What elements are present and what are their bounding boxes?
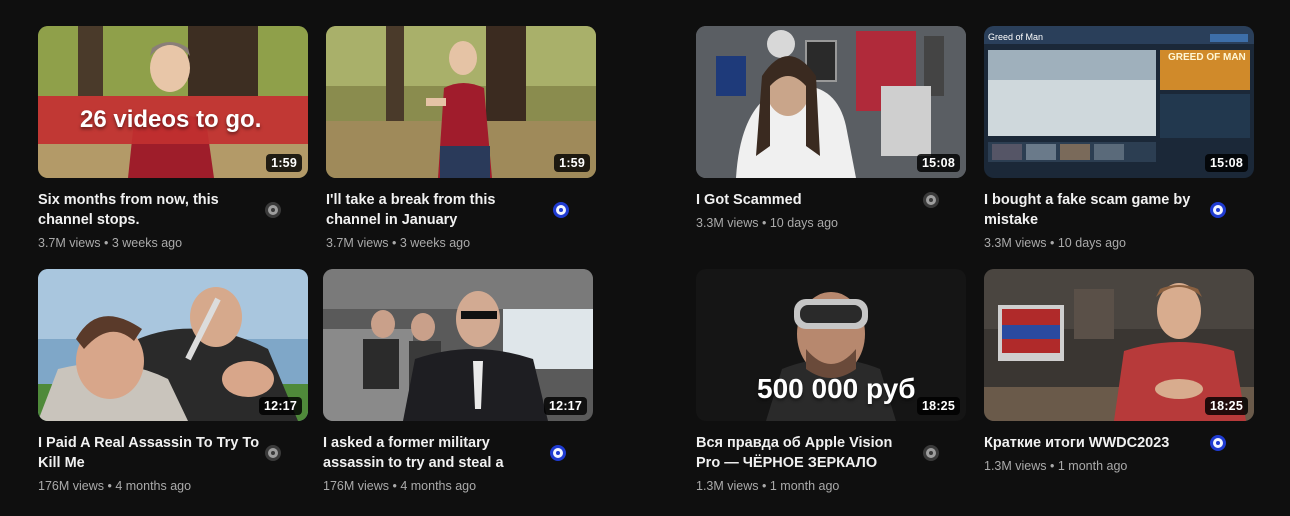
upload-age: 4 months ago — [115, 479, 192, 493]
video-title[interactable]: Краткие итоги WWDC2023 — [984, 433, 1206, 453]
upload-age: 10 days ago — [769, 216, 838, 230]
view-count: 3.7M views — [38, 236, 101, 250]
duration-badge: 1:59 — [266, 154, 302, 172]
video-thumbnail[interactable]: Greed of Man GREED OF MAN 15:08 — [984, 26, 1254, 178]
view-count: 176M views — [38, 479, 104, 493]
video-card[interactable]: 18:25 Краткие итоги WWDC2023 1.3M views … — [984, 269, 1254, 473]
status-dot-icon[interactable] — [265, 202, 281, 218]
video-card[interactable]: 1:59 I'll take a break from this channel… — [326, 26, 596, 250]
upload-age: 10 days ago — [1057, 236, 1126, 250]
thumbnail-logo: GREED OF MAN — [1168, 52, 1246, 63]
upload-age: 3 weeks ago — [111, 236, 183, 250]
video-title[interactable]: I bought a fake scam game by mistake — [984, 190, 1206, 230]
view-count: 1.3M views — [696, 479, 759, 493]
status-dot-icon[interactable] — [550, 445, 566, 461]
view-count: 3.3M views — [984, 236, 1047, 250]
status-dot-icon[interactable] — [265, 445, 281, 461]
duration-badge: 1:59 — [554, 154, 590, 172]
video-meta: 1.3M views • 1 month ago — [696, 479, 840, 493]
video-meta: 3.7M views • 3 weeks ago — [38, 236, 183, 250]
video-title[interactable]: Вся правда об Apple Vision Pro — ЧЁРНОЕ … — [696, 433, 918, 473]
thumbnail-caption: 500 000 руб — [757, 373, 916, 404]
video-card[interactable]: 15:08 I Got Scammed 3.3M views • 10 days… — [696, 26, 966, 230]
status-dot-icon[interactable] — [1210, 202, 1226, 218]
video-thumbnail[interactable]: 1:59 — [326, 26, 596, 178]
duration-badge: 15:08 — [917, 154, 960, 172]
video-card[interactable]: 500 000 руб 18:25 Вся правда об Apple Vi… — [696, 269, 966, 493]
video-title[interactable]: I'll take a break from this channel in J… — [326, 190, 548, 230]
video-card[interactable]: 26 videos to go. 1:59 Six months from no… — [38, 26, 308, 250]
upload-age: 4 months ago — [400, 479, 477, 493]
video-thumbnail[interactable]: 12:17 — [38, 269, 308, 421]
video-meta: 176M views • 4 months ago — [38, 479, 192, 493]
upload-age: 1 month ago — [1057, 459, 1128, 473]
video-title[interactable]: I Got Scammed — [696, 190, 918, 210]
status-dot-icon[interactable] — [923, 192, 939, 208]
view-count: 1.3M views — [984, 459, 1047, 473]
duration-badge: 12:17 — [259, 397, 302, 415]
video-meta: 3.7M views • 3 weeks ago — [326, 236, 471, 250]
video-thumbnail[interactable]: 26 videos to go. 1:59 — [38, 26, 308, 178]
video-meta: 3.3M views • 10 days ago — [696, 216, 838, 230]
video-card[interactable]: 12:17 I Paid A Real Assassin To Try To K… — [38, 269, 308, 493]
status-dot-icon[interactable] — [1210, 435, 1226, 451]
video-card[interactable]: 12:17 I asked a former military assassin… — [323, 269, 593, 493]
thumbnail-caption: 26 videos to go. — [80, 106, 262, 133]
status-dot-icon[interactable] — [923, 445, 939, 461]
status-dot-icon[interactable] — [553, 202, 569, 218]
video-thumbnail[interactable]: 500 000 руб 18:25 — [696, 269, 966, 421]
video-meta: 176M views • 4 months ago — [323, 479, 477, 493]
video-meta: 3.3M views • 10 days ago — [984, 236, 1126, 250]
view-count: 3.7M views — [326, 236, 389, 250]
duration-badge: 15:08 — [1205, 154, 1248, 172]
video-card[interactable]: Greed of Man GREED OF MAN 15:08 I bought… — [984, 26, 1254, 250]
thumbnail-caption: Greed of Man — [988, 32, 1044, 42]
duration-badge: 18:25 — [1205, 397, 1248, 415]
video-thumbnail[interactable]: 12:17 — [323, 269, 593, 421]
video-title[interactable]: I asked a former military assassin to tr… — [323, 433, 545, 473]
upload-age: 1 month ago — [769, 479, 840, 493]
view-count: 176M views — [323, 479, 389, 493]
video-title[interactable]: I Paid A Real Assassin To Try To Kill Me — [38, 433, 260, 473]
duration-badge: 18:25 — [917, 397, 960, 415]
video-thumbnail[interactable]: 15:08 — [696, 26, 966, 178]
upload-age: 3 weeks ago — [399, 236, 471, 250]
video-title[interactable]: Six months from now, this channel stops. — [38, 190, 260, 230]
view-count: 3.3M views — [696, 216, 759, 230]
duration-badge: 12:17 — [544, 397, 587, 415]
video-meta: 1.3M views • 1 month ago — [984, 459, 1128, 473]
video-thumbnail[interactable]: 18:25 — [984, 269, 1254, 421]
